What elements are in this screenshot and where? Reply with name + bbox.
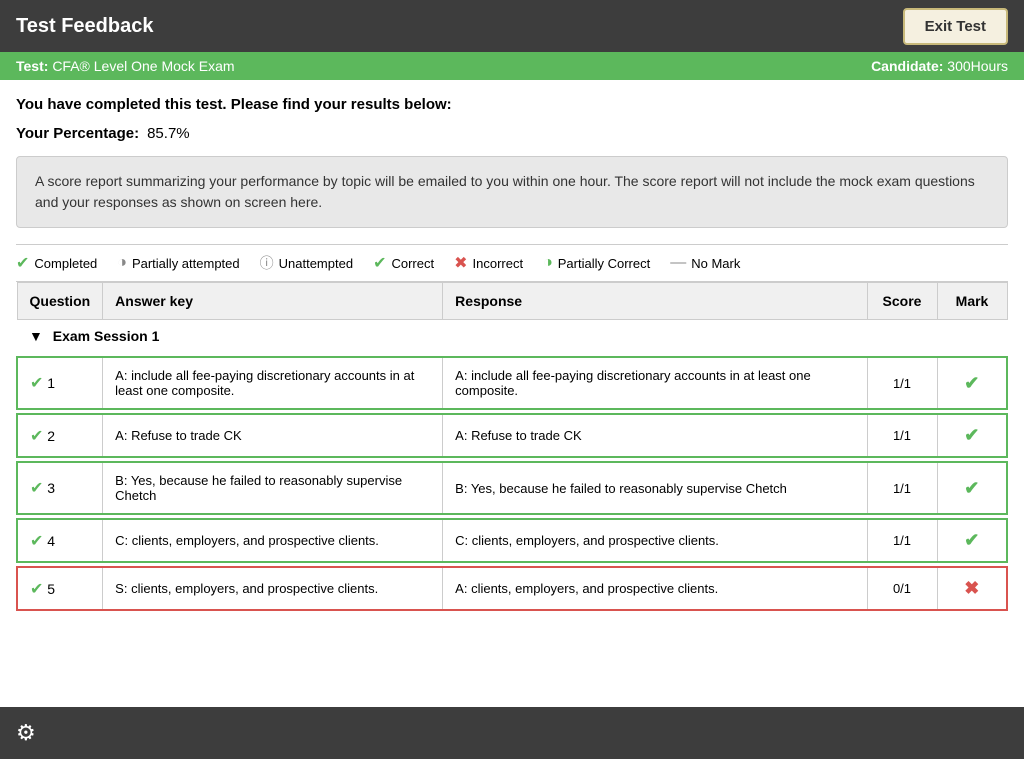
legend: ✔ Completed ◑ Partially attempted ⓘ Unat… — [16, 244, 1008, 282]
col-score: Score — [867, 283, 937, 320]
candidate-label: Candidate: — [871, 58, 943, 74]
correct-label: Correct — [391, 256, 434, 271]
candidate-name: 300Hours — [947, 58, 1008, 74]
answer-key-cell: S: clients, employers, and prospective c… — [103, 567, 443, 610]
table-row: ✔ 2 A: Refuse to trade CK A: Refuse to t… — [17, 414, 1007, 457]
table-row: ✔ 1 A: include all fee-paying discretion… — [17, 357, 1007, 409]
exam-session-header: ▼ Exam Session 1 — [17, 320, 1007, 353]
percentage-value: 85.7% — [147, 125, 190, 142]
question-status-icon: ✔ — [30, 480, 43, 497]
mark-icon-correct: ✔ — [964, 373, 979, 393]
score-report-box: A score report summarizing your performa… — [16, 156, 1008, 228]
candidate-info: Candidate: 300Hours — [871, 58, 1008, 74]
question-status-icon: ✔ — [30, 375, 43, 392]
score-cell: 1/1 — [867, 519, 937, 562]
mark-icon-correct: ✔ — [964, 478, 979, 498]
legend-partially-attempted: ◑ Partially attempted — [117, 254, 239, 272]
question-number: 5 — [47, 581, 55, 597]
col-answer-key: Answer key — [103, 283, 443, 320]
info-bar: Test: CFA® Level One Mock Exam Candidate… — [0, 52, 1024, 80]
test-label: Test: — [16, 58, 48, 74]
question-number-cell: ✔ 1 — [17, 357, 103, 409]
exit-test-button[interactable]: Exit Test — [903, 8, 1008, 45]
session-label: ▼ Exam Session 1 — [17, 320, 1007, 353]
results-table-container: Question Answer key Response Score Mark … — [16, 282, 1008, 611]
incorrect-icon: ✖ — [454, 253, 467, 273]
table-row: ✔ 4 C: clients, employers, and prospecti… — [17, 519, 1007, 562]
col-response: Response — [443, 283, 867, 320]
response-cell: A: include all fee-paying discretionary … — [443, 357, 867, 409]
question-number: 4 — [47, 533, 55, 549]
score-report-text: A score report summarizing your performa… — [35, 173, 975, 210]
response-cell: B: Yes, because he failed to reasonably … — [443, 462, 867, 514]
mark-cell: ✔ — [937, 519, 1007, 562]
mark-cell: ✔ — [937, 414, 1007, 457]
percentage-row: Your Percentage: 85.7% — [16, 125, 1008, 142]
table-row: ✔ 3 B: Yes, because he failed to reasona… — [17, 462, 1007, 514]
partially-attempted-label: Partially attempted — [132, 256, 240, 271]
settings-gear-icon[interactable]: ⚙ — [16, 720, 36, 746]
table-row: ✔ 5 S: clients, employers, and prospecti… — [17, 567, 1007, 610]
question-number: 3 — [47, 480, 55, 496]
score-cell: 1/1 — [867, 414, 937, 457]
mark-cell: ✖ — [937, 567, 1007, 610]
unattempted-icon: ⓘ — [260, 253, 274, 273]
percentage-label: Your Percentage: — [16, 125, 139, 142]
results-table: Question Answer key Response Score Mark … — [16, 282, 1008, 611]
answer-key-cell: A: include all fee-paying discretionary … — [103, 357, 443, 409]
session-toggle[interactable]: ▼ — [29, 328, 43, 344]
partially-correct-label: Partially Correct — [558, 256, 650, 271]
legend-completed: ✔ Completed — [16, 253, 97, 273]
score-cell: 1/1 — [867, 357, 937, 409]
unattempted-label: Unattempted — [279, 256, 353, 271]
table-header-row: Question Answer key Response Score Mark — [17, 283, 1007, 320]
answer-key-cell: B: Yes, because he failed to reasonably … — [103, 462, 443, 514]
answer-key-cell: C: clients, employers, and prospective c… — [103, 519, 443, 562]
legend-incorrect: ✖ Incorrect — [454, 253, 523, 273]
partially-correct-icon: ◑ — [543, 254, 553, 272]
mark-icon-incorrect: ✖ — [964, 578, 979, 598]
score-cell: 1/1 — [867, 462, 937, 514]
mark-icon-correct: ✔ — [964, 425, 979, 445]
col-question: Question — [17, 283, 103, 320]
no-mark-label: No Mark — [691, 256, 740, 271]
test-name: CFA® Level One Mock Exam — [52, 58, 234, 74]
legend-unattempted: ⓘ Unattempted — [260, 253, 353, 273]
completion-message: You have completed this test. Please fin… — [16, 96, 1008, 113]
legend-correct: ✔ Correct — [373, 253, 434, 273]
question-number-cell: ✔ 2 — [17, 414, 103, 457]
legend-partially-correct: ◑ Partially Correct — [543, 254, 650, 272]
col-mark: Mark — [937, 283, 1007, 320]
question-status-icon: ✔ — [30, 428, 43, 445]
mark-cell: ✔ — [937, 357, 1007, 409]
mark-cell: ✔ — [937, 462, 1007, 514]
no-mark-icon: — — [670, 254, 686, 272]
bottom-bar: ⚙ — [0, 707, 1024, 759]
response-cell: A: clients, employers, and prospective c… — [443, 567, 867, 610]
question-number-cell: ✔ 3 — [17, 462, 103, 514]
completed-icon: ✔ — [16, 253, 29, 273]
partially-attempted-icon: ◑ — [117, 254, 127, 272]
completed-label: Completed — [34, 256, 97, 271]
question-number: 2 — [47, 428, 55, 444]
question-status-icon: ✔ — [30, 581, 43, 598]
legend-no-mark: — No Mark — [670, 254, 740, 272]
question-number-cell: ✔ 4 — [17, 519, 103, 562]
mark-icon-correct: ✔ — [964, 530, 979, 550]
response-cell: A: Refuse to trade CK — [443, 414, 867, 457]
question-number: 1 — [47, 375, 55, 391]
correct-icon: ✔ — [373, 253, 386, 273]
question-number-cell: ✔ 5 — [17, 567, 103, 610]
response-cell: C: clients, employers, and prospective c… — [443, 519, 867, 562]
main-content: You have completed this test. Please fin… — [0, 80, 1024, 627]
page-title: Test Feedback — [16, 15, 153, 38]
score-cell: 0/1 — [867, 567, 937, 610]
question-status-icon: ✔ — [30, 533, 43, 550]
answer-key-cell: A: Refuse to trade CK — [103, 414, 443, 457]
header: Test Feedback Exit Test — [0, 0, 1024, 52]
incorrect-label: Incorrect — [473, 256, 524, 271]
test-info: Test: CFA® Level One Mock Exam — [16, 58, 235, 74]
